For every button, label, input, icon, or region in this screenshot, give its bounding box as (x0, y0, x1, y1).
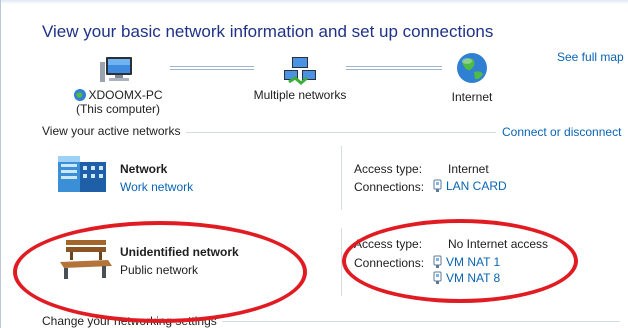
highlight-ellipse-no-internet-access (342, 219, 578, 303)
active-networks-heading: View your active networks (42, 124, 181, 138)
map-multiple-networks-node[interactable]: Multiple networks (248, 56, 352, 102)
network-1-access-label: Access type: (354, 162, 423, 176)
computer-name: XDOOMX-PC (88, 88, 163, 102)
page-title: View your basic network information and … (42, 22, 494, 41)
connect-or-disconnect-link[interactable]: Connect or disconnect (502, 125, 621, 139)
window-left-edge (0, 0, 1, 328)
section-divider (186, 132, 496, 133)
network-1-access-value: Internet (448, 162, 489, 176)
internet-label: Internet (451, 90, 493, 104)
map-computer-node[interactable]: XDOOMX-PC (This computer) (64, 56, 172, 116)
connection-lan-card-label: LAN CARD (446, 179, 507, 193)
network-1-name: Network (120, 162, 168, 176)
computer-subtitle: (This computer) (75, 102, 161, 116)
work-network-icon (58, 156, 106, 192)
multiple-networks-label: Multiple networks (253, 88, 347, 102)
highlight-ellipse-unidentified-network (13, 221, 307, 323)
network-1-category-link[interactable]: Work network (120, 180, 193, 194)
map-internet-node[interactable]: Internet (440, 52, 504, 104)
map-connector-1 (170, 66, 254, 70)
connection-lan-card[interactable]: LAN CARD (433, 179, 507, 193)
change-settings-divider (222, 321, 620, 322)
computer-icon (100, 57, 132, 82)
network-1-connections-label: Connections: (354, 180, 425, 194)
network-1-divider (341, 146, 342, 210)
multiple-networks-icon (284, 57, 316, 85)
internet-globe-icon (457, 53, 487, 83)
network-globe-overlay-icon (74, 89, 87, 101)
map-connector-2 (346, 66, 442, 70)
ethernet-adapter-icon (433, 179, 442, 192)
see-full-map-link[interactable]: See full map (557, 50, 624, 64)
window-top-edge (0, 0, 628, 4)
